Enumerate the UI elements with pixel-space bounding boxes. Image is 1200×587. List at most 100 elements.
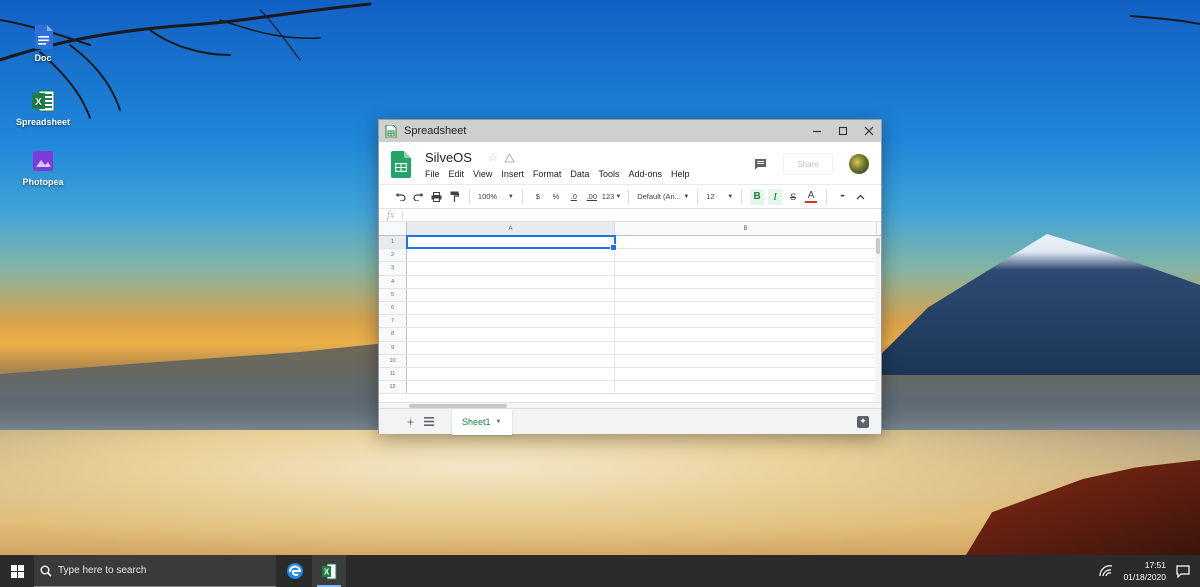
percent-button[interactable]: %: [549, 189, 563, 205]
text-color-button[interactable]: A: [804, 189, 818, 205]
star-icon[interactable]: ☆: [488, 151, 498, 164]
formula-input[interactable]: [403, 209, 881, 221]
menu-insert[interactable]: Insert: [501, 169, 524, 179]
document-title[interactable]: SilveOS: [425, 150, 472, 165]
add-sheet-icon[interactable]: +: [407, 415, 414, 429]
more-formats-button[interactable]: 123 ▼: [602, 189, 621, 205]
zoom-select[interactable]: 100% ▼: [478, 189, 514, 205]
grid-cell[interactable]: [407, 381, 615, 394]
horizontal-scrollbar[interactable]: [379, 402, 881, 408]
desktop-icon-photopea[interactable]: Photopea: [13, 148, 73, 187]
row-header[interactable]: 10: [379, 354, 407, 367]
row-header[interactable]: 5: [379, 288, 407, 301]
italic-button[interactable]: I: [768, 188, 783, 205]
start-button[interactable]: [0, 555, 34, 587]
explore-button[interactable]: ✦: [857, 415, 869, 428]
grid-cell[interactable]: [615, 275, 877, 288]
window-titlebar[interactable]: Spreadsheet: [379, 120, 881, 142]
redo-button[interactable]: [411, 189, 425, 205]
cell-b1[interactable]: [615, 236, 877, 249]
menu-tools[interactable]: Tools: [598, 169, 619, 179]
taskbar-search[interactable]: Type here to search: [34, 555, 276, 587]
font-size-select[interactable]: 12 ▼: [706, 189, 733, 205]
paint-format-button[interactable]: [447, 189, 461, 205]
undo-button[interactable]: [393, 189, 407, 205]
row-header[interactable]: 6: [379, 301, 407, 315]
sheet-tab[interactable]: Sheet1 ▼: [452, 408, 512, 435]
increase-decimal-button[interactable]: .00: [585, 189, 599, 205]
avatar[interactable]: [849, 154, 869, 174]
row-header[interactable]: 7: [379, 315, 407, 328]
font-select[interactable]: Default (Ari... ▼: [637, 189, 689, 205]
select-all-corner[interactable]: [379, 222, 407, 235]
comments-icon[interactable]: [754, 158, 767, 170]
row-header[interactable]: 3: [379, 262, 407, 275]
row-header[interactable]: 1: [379, 236, 407, 249]
row-header[interactable]: 8: [379, 328, 407, 341]
bold-button[interactable]: B: [750, 188, 765, 205]
row-header[interactable]: 9: [379, 341, 407, 354]
column-header-a[interactable]: A: [407, 222, 615, 235]
grid-cell[interactable]: [615, 301, 877, 315]
all-sheets-icon[interactable]: [424, 417, 435, 426]
collapse-button[interactable]: [853, 189, 867, 205]
formula-bar: fx: [379, 208, 881, 222]
menu-format[interactable]: Format: [533, 169, 562, 179]
desktop-icon-spreadsheet[interactable]: X Spreadsheet: [13, 88, 73, 127]
minimize-button[interactable]: [811, 125, 823, 137]
menu-help[interactable]: Help: [671, 169, 690, 179]
scrollbar-thumb[interactable]: [876, 238, 880, 254]
desktop-icon-doc[interactable]: Doc: [13, 24, 73, 63]
taskbar-clock[interactable]: 17:51 01/18/2020: [1123, 559, 1166, 583]
grid-cell[interactable]: [615, 367, 877, 381]
grid-cell[interactable]: [615, 315, 877, 328]
grid-cell[interactable]: [615, 262, 877, 275]
row-header[interactable]: 4: [379, 275, 407, 288]
notification-icon[interactable]: [1176, 564, 1190, 578]
grid-cell[interactable]: [407, 249, 615, 262]
row-header[interactable]: 12: [379, 381, 407, 394]
grid-cell[interactable]: [407, 354, 615, 367]
menu-view[interactable]: View: [473, 169, 492, 179]
print-button[interactable]: [429, 189, 443, 205]
scrollbar-thumb[interactable]: [409, 404, 507, 408]
network-icon[interactable]: [1099, 565, 1113, 577]
grid-cell[interactable]: [407, 262, 615, 275]
grid-cell[interactable]: [615, 341, 877, 354]
decrease-decimal-button[interactable]: .0: [567, 189, 581, 205]
photopea-icon: [33, 151, 53, 171]
grid-cell[interactable]: [615, 328, 877, 341]
grid-cell[interactable]: [407, 288, 615, 301]
grid-cell[interactable]: [407, 341, 615, 354]
grid-cell[interactable]: [615, 381, 877, 394]
menu-edit[interactable]: Edit: [449, 169, 465, 179]
menu-addons[interactable]: Add-ons: [628, 169, 662, 179]
grid-cell[interactable]: [407, 328, 615, 341]
grid-cell[interactable]: [407, 367, 615, 381]
grid-cell[interactable]: [407, 301, 615, 315]
more-button[interactable]: •••: [835, 189, 849, 205]
row-header[interactable]: 2: [379, 249, 407, 262]
grid-cell[interactable]: [615, 354, 877, 367]
cell-a1[interactable]: [406, 234, 617, 252]
vertical-scrollbar[interactable]: [875, 236, 881, 402]
currency-button[interactable]: $: [531, 189, 545, 205]
maximize-button[interactable]: [837, 125, 849, 137]
grid-cell[interactable]: [407, 275, 615, 288]
grid-cell[interactable]: [615, 249, 877, 262]
row-header[interactable]: 11: [379, 367, 407, 381]
menu-data[interactable]: Data: [570, 169, 589, 179]
share-button[interactable]: Share: [783, 153, 833, 175]
sheets-logo-icon[interactable]: [391, 151, 411, 178]
close-button[interactable]: [863, 125, 875, 137]
text-color-swatch: [805, 200, 818, 203]
strikethrough-button[interactable]: S: [786, 189, 800, 205]
print-icon: [431, 191, 441, 202]
grid-cell[interactable]: [407, 315, 615, 328]
move-folder-icon[interactable]: [503, 152, 515, 163]
menu-file[interactable]: File: [425, 169, 440, 179]
taskbar-app-spreadsheet[interactable]: X: [312, 555, 346, 587]
taskbar-app-browser[interactable]: [278, 555, 312, 587]
grid-cell[interactable]: [615, 288, 877, 301]
column-header-b[interactable]: B: [615, 222, 877, 235]
